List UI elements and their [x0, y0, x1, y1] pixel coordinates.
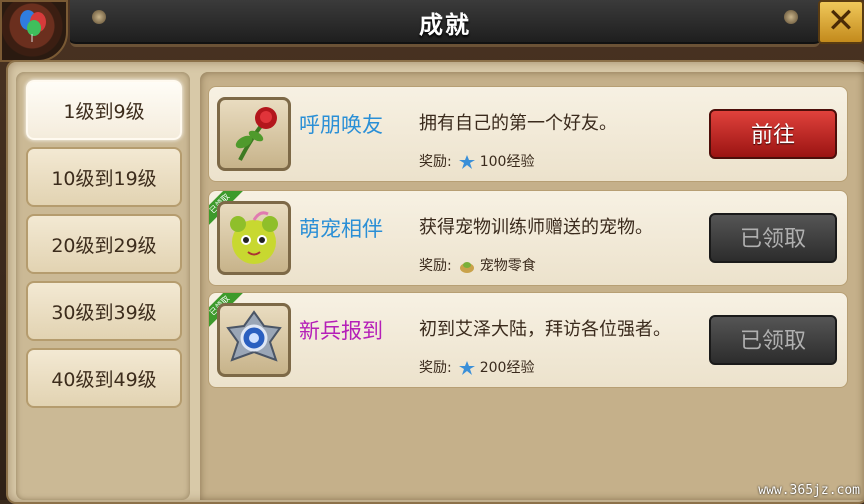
balloon-menu-icon[interactable]	[0, 0, 68, 62]
claimed-button[interactable]: 已领取	[709, 315, 837, 365]
achievement-card: 已领取 新兵报到 初到艾泽大陆，拜访各位强者。 奖励:200经验 已领取	[208, 292, 848, 388]
achievement-name: 新兵报到	[299, 319, 383, 343]
achievement-card: 已领取 萌宠相伴 获得宠物训练师赠送的宠物。 奖励:宠物零食 已领取	[208, 190, 848, 286]
window-title: 成就	[419, 11, 471, 39]
title-bar: 成就	[70, 0, 820, 47]
achievement-name: 萌宠相伴	[299, 217, 383, 241]
sidebar-item-level-10-19[interactable]: 10级到19级	[26, 147, 182, 207]
reward-line: 奖励: 宠物零食	[419, 255, 536, 275]
reward-label: 奖励:	[419, 360, 452, 376]
close-button[interactable]: ✕	[818, 0, 864, 44]
reward-value: 宠物零食	[479, 258, 536, 274]
reward-line: 奖励: 100经验	[419, 151, 534, 171]
reward-label: 奖励:	[419, 154, 452, 170]
claimed-button[interactable]: 已领取	[709, 213, 837, 263]
experience-icon	[458, 155, 475, 169]
rose-icon	[217, 97, 291, 171]
badge-icon	[217, 303, 291, 377]
pet-snack-icon	[459, 262, 474, 273]
reward-label: 奖励:	[419, 258, 452, 274]
balloons-icon	[20, 10, 46, 42]
achievement-description: 初到艾泽大陆，拜访各位强者。	[419, 319, 671, 340]
sidebar-item-level-20-29[interactable]: 20级到29级	[26, 214, 182, 274]
experience-icon	[458, 361, 475, 375]
achievement-name: 呼朋唤友	[299, 113, 383, 137]
level-sidebar: 1级到9级 10级到19级 20级到29级 30级到39级 40级到49级	[16, 72, 190, 500]
achievement-card: 呼朋唤友 拥有自己的第一个好友。 奖励: 100经验 前往	[208, 86, 848, 182]
achievement-list: 呼朋唤友 拥有自己的第一个好友。 奖励: 100经验 前往 已领取 萌宠相伴 获得…	[200, 72, 864, 500]
reward-value: 200经验	[479, 360, 535, 376]
achievement-description: 获得宠物训练师赠送的宠物。	[419, 217, 653, 238]
sidebar-item-level-1-9[interactable]: 1级到9级	[26, 80, 182, 140]
go-button[interactable]: 前往	[709, 109, 837, 159]
achievement-description: 拥有自己的第一个好友。	[419, 113, 617, 134]
watermark: www.365jz.com	[758, 483, 860, 498]
reward-value: 100经验	[479, 154, 535, 170]
pet-icon	[217, 201, 291, 275]
sidebar-item-level-30-39[interactable]: 30级到39级	[26, 281, 182, 341]
sidebar-item-level-40-49[interactable]: 40级到49级	[26, 348, 182, 408]
reward-line: 奖励: 200经验	[419, 357, 534, 377]
